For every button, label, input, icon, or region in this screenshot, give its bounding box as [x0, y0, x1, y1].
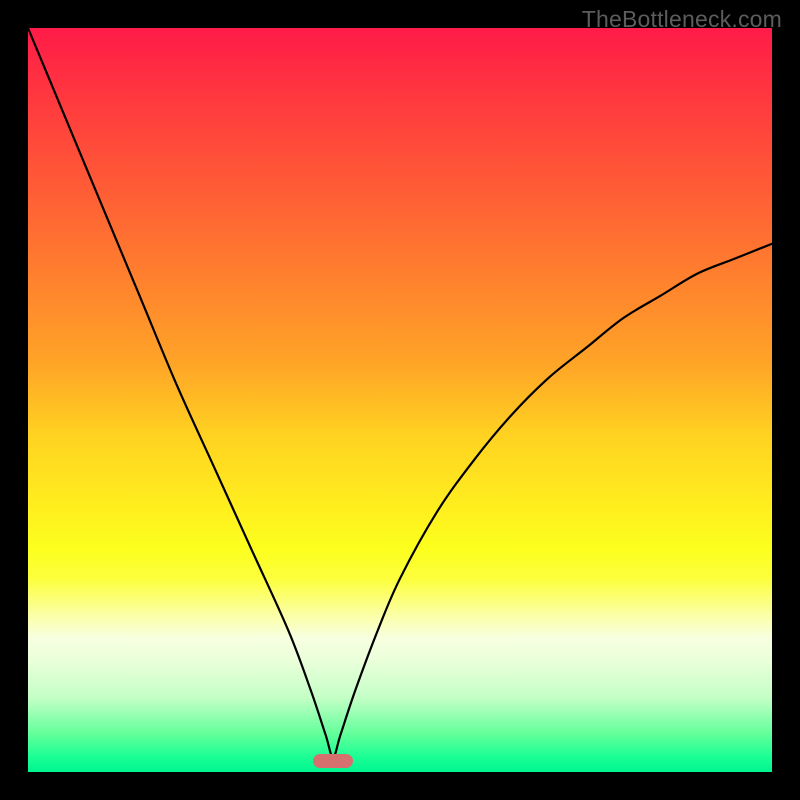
- watermark-text: TheBottleneck.com: [582, 6, 782, 33]
- chart-frame: TheBottleneck.com: [0, 0, 800, 800]
- plot-area: [28, 28, 772, 772]
- bottleneck-curve: [28, 28, 772, 772]
- optimal-point-marker: [313, 754, 353, 768]
